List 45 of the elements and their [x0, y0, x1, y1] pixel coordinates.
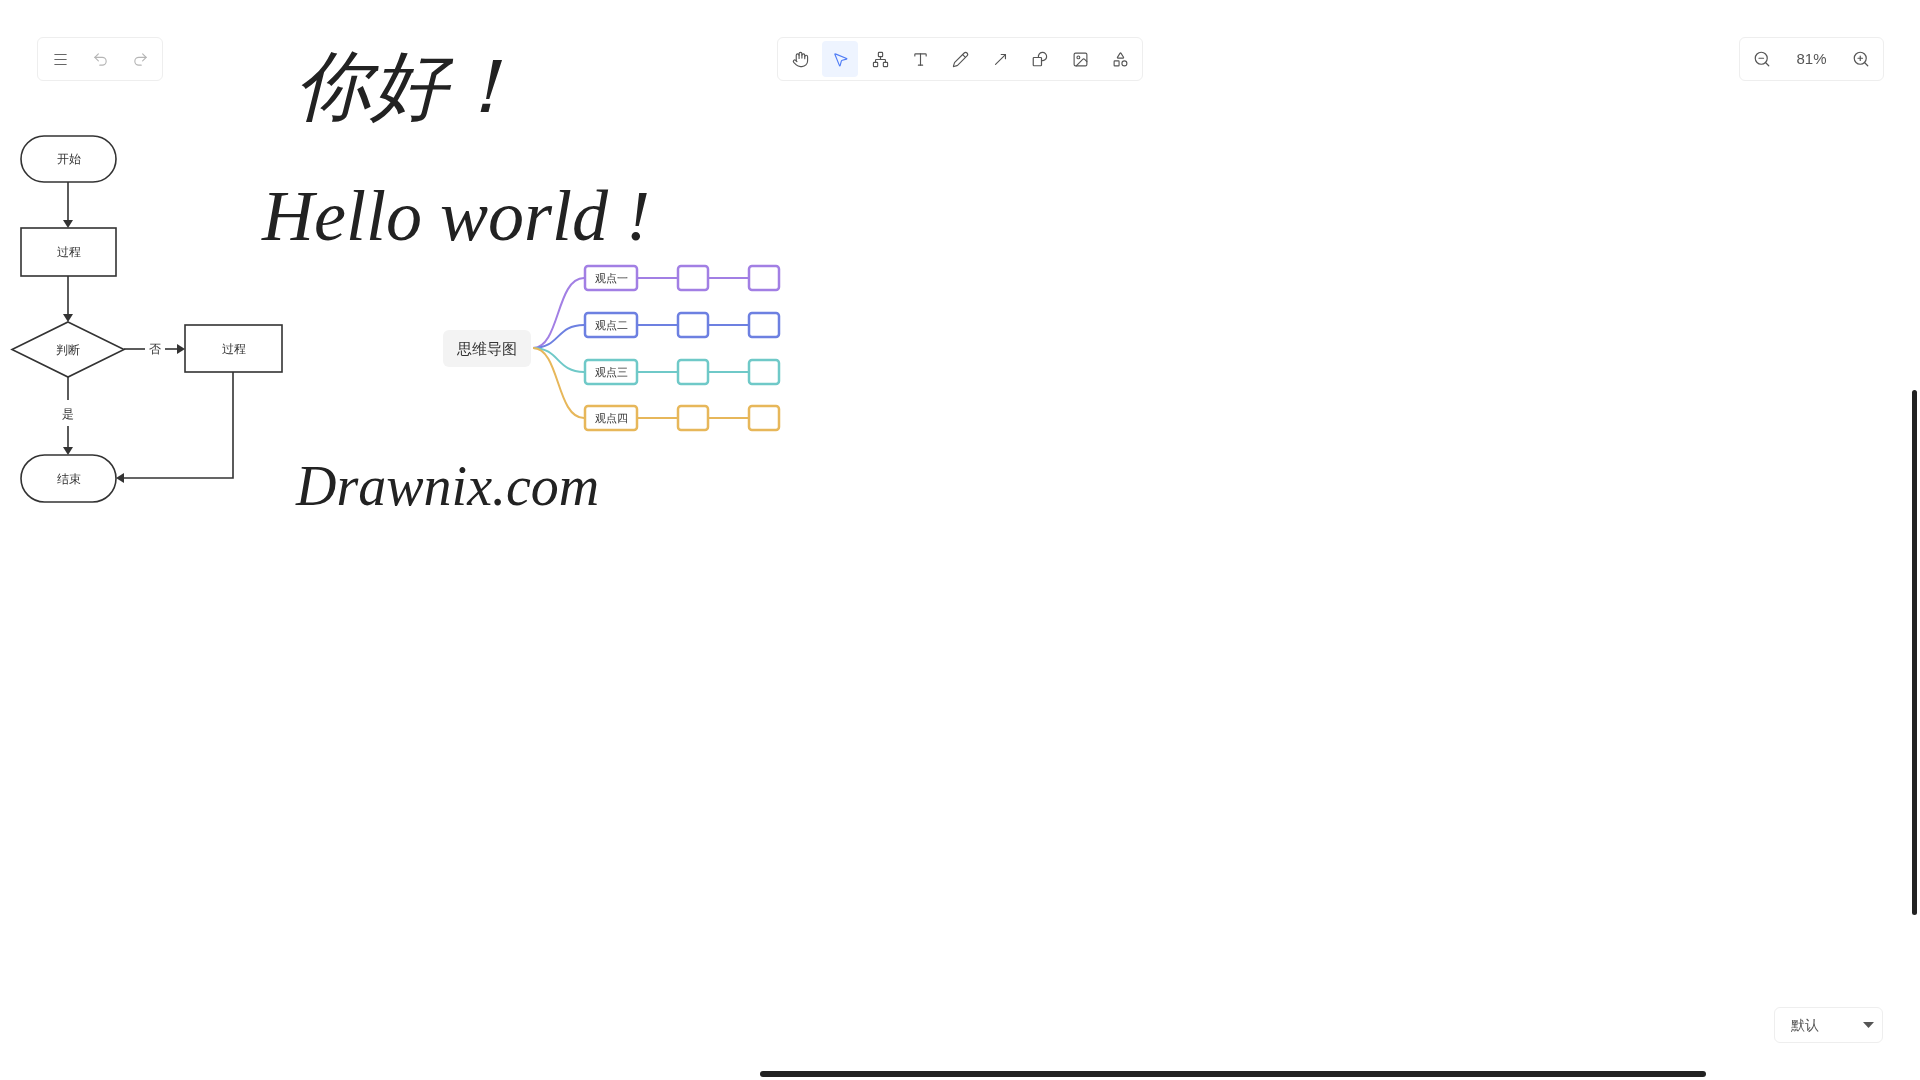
undo-icon — [91, 50, 109, 68]
zoom-level[interactable]: 81% — [1796, 47, 1827, 71]
empty-topic-node — [676, 264, 710, 292]
topic-node: 观点一 — [583, 264, 639, 292]
connector-arrow — [63, 425, 73, 455]
zoom-out-icon — [1753, 50, 1771, 68]
zoom-in-icon — [1852, 50, 1870, 68]
shapes-icon — [1031, 50, 1049, 68]
empty-topic-node — [676, 358, 710, 386]
shapes-icon — [1111, 50, 1129, 68]
mindmap-root: 思维导图 — [443, 330, 531, 367]
horizontal-scrollbar[interactable] — [760, 1071, 1706, 1077]
edge-label: 否 — [146, 340, 164, 358]
vertical-scrollbar[interactable] — [1912, 390, 1917, 915]
theme-value: 默认 — [1791, 1015, 1819, 1035]
handwritten-text: 你好！ — [295, 48, 523, 124]
handwritten-text: Drawnix.com — [296, 458, 600, 514]
topic-node: 观点三 — [583, 358, 639, 386]
empty-topic-node — [747, 404, 781, 432]
empty-topic-node — [747, 264, 781, 292]
theme-select[interactable]: 默认 — [1774, 1007, 1883, 1043]
pencil-icon — [951, 50, 969, 68]
image-icon — [1071, 50, 1089, 68]
pointer-icon — [831, 50, 849, 68]
process-node: 过程 — [184, 324, 283, 373]
process-node: 过程 — [20, 227, 117, 277]
decision-node: 判断 — [10, 321, 126, 378]
connector-arrow — [63, 275, 73, 322]
empty-topic-node — [676, 311, 710, 339]
node-tree-icon — [871, 50, 889, 68]
edge-label: 是 — [59, 404, 77, 422]
terminal-node: 结束 — [20, 454, 117, 503]
terminal-node: 开始 — [20, 135, 117, 183]
connector-arrow — [164, 344, 185, 354]
topic-node: 观点二 — [583, 311, 639, 339]
empty-topic-node — [676, 404, 710, 432]
empty-topic-node — [747, 311, 781, 339]
connector-arrow — [63, 181, 73, 228]
hand-icon — [791, 50, 809, 68]
empty-topic-node — [747, 358, 781, 386]
topic-node: 观点四 — [583, 404, 639, 432]
text-icon — [911, 50, 929, 68]
handwritten-text: Hello world ! — [262, 180, 650, 252]
caret-icon — [1863, 1022, 1874, 1028]
redo-icon — [131, 50, 149, 68]
